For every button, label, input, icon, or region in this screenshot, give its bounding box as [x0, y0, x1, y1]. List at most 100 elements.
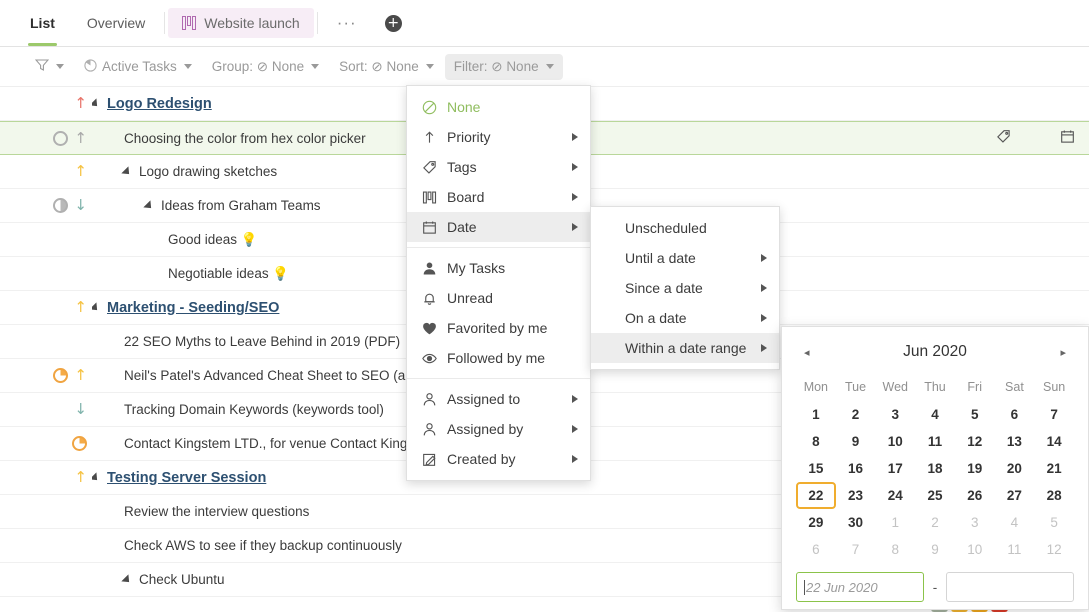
filter-menu-item-unread[interactable]: Unread	[407, 283, 590, 313]
filter-menu-item-my-tasks[interactable]: My Tasks	[407, 253, 590, 283]
row-gutter: ↑	[0, 96, 92, 111]
calendar-day[interactable]: 13	[995, 428, 1035, 455]
calendar-icon[interactable]	[1060, 129, 1075, 147]
filter-menu-item-board[interactable]: Board	[407, 182, 590, 212]
calendar-day[interactable]: 24	[875, 482, 915, 509]
calendar-day[interactable]: 14	[1034, 428, 1074, 455]
calendar-day[interactable]: 10	[955, 536, 995, 563]
calendar-day[interactable]: 6	[796, 536, 836, 563]
calendar-day[interactable]: 10	[875, 428, 915, 455]
filter-menu-item-assigned-by[interactable]: Assigned by	[407, 414, 590, 444]
add-tab-button[interactable]: +	[384, 14, 402, 32]
range-end-input[interactable]	[946, 572, 1074, 602]
calendar-day[interactable]: 11	[995, 536, 1035, 563]
calendar-day[interactable]: 29	[796, 509, 836, 536]
calendar-day[interactable]: 26	[955, 482, 995, 509]
calendar-day[interactable]: 3	[955, 509, 995, 536]
date-submenu-item-within-a-date-range[interactable]: Within a date range	[591, 333, 779, 363]
disclosure-triangle-icon[interactable]	[121, 165, 133, 178]
date-submenu-item-since-a-date[interactable]: Since a date	[591, 273, 779, 303]
tab-divider-1	[164, 12, 166, 34]
calendar-day[interactable]: 17	[875, 455, 915, 482]
calendar-day[interactable]: 7	[1034, 401, 1074, 428]
disclosure-triangle-icon[interactable]	[92, 301, 101, 314]
status-empty-icon[interactable]	[53, 130, 69, 146]
disclosure-triangle-icon[interactable]	[121, 573, 133, 586]
calendar-day[interactable]: 16	[836, 455, 876, 482]
menu-item-label: Unread	[447, 290, 493, 306]
disclosure-triangle-icon[interactable]	[143, 199, 155, 212]
pencil-square-icon	[421, 452, 437, 467]
status-half-icon[interactable]	[53, 198, 69, 213]
disclosure-triangle-icon[interactable]	[92, 97, 101, 110]
tab-more-button[interactable]: ···	[321, 0, 373, 46]
calendar-day[interactable]: 30	[836, 509, 876, 536]
tab-website-launch[interactable]: Website launch	[168, 8, 314, 38]
filter-menu-item-none[interactable]: None	[407, 92, 590, 122]
calendar-day[interactable]: 1	[796, 401, 836, 428]
calendar-day[interactable]: 21	[1034, 455, 1074, 482]
calendar-day[interactable]: 18	[915, 455, 955, 482]
calendar-day[interactable]: 4	[915, 401, 955, 428]
calendar-day[interactable]: 12	[1034, 536, 1074, 563]
filter-menu-item-created-by[interactable]: Created by	[407, 444, 590, 474]
calendar-day[interactable]: 6	[995, 401, 1035, 428]
filter-menu-item-followed-by-me[interactable]: Followed by me	[407, 343, 590, 373]
status-progress-icon[interactable]	[72, 436, 87, 451]
calendar-day[interactable]: 15	[796, 455, 836, 482]
date-submenu-item-on-a-date[interactable]: On a date	[591, 303, 779, 333]
filter-menu-item-priority[interactable]: Priority	[407, 122, 590, 152]
heart-icon	[421, 321, 437, 336]
calendar-prev-month-button[interactable]: ◂	[796, 343, 818, 362]
toolbar-active-tasks[interactable]: Active Tasks	[75, 54, 201, 80]
tab-overview-label: Overview	[86, 15, 146, 31]
chevron-right-icon	[761, 254, 767, 262]
calendar-day[interactable]: 11	[915, 428, 955, 455]
date-submenu-item-unscheduled[interactable]: Unscheduled	[591, 213, 779, 243]
tag-icon[interactable]	[996, 129, 1011, 147]
disclosure-triangle-icon[interactable]	[92, 471, 101, 484]
filter-menu-item-assigned-to[interactable]: Assigned to	[407, 384, 590, 414]
filter-menu-item-date[interactable]: Date	[407, 212, 590, 242]
calendar-day[interactable]: 1	[875, 509, 915, 536]
calendar-dow: Mon	[803, 380, 829, 394]
calendar-day[interactable]: 8	[875, 536, 915, 563]
calendar-day[interactable]: 7	[836, 536, 876, 563]
calendar-day[interactable]: 20	[995, 455, 1035, 482]
calendar-next-month-button[interactable]: ▸	[1052, 343, 1074, 362]
calendar-day[interactable]: 27	[995, 482, 1035, 509]
toolbar-sort[interactable]: Sort: ⊘ None	[330, 54, 443, 80]
tab-bar: List Overview Website launch ··· +	[0, 0, 1089, 47]
status-progress-icon[interactable]	[53, 368, 69, 383]
calendar-day[interactable]: 28	[1034, 482, 1074, 509]
calendar-day[interactable]: 5	[1034, 509, 1074, 536]
row-icons	[996, 129, 1075, 147]
calendar-day[interactable]: 5	[955, 401, 995, 428]
calendar-day[interactable]: 8	[796, 428, 836, 455]
calendar-day[interactable]: 23	[836, 482, 876, 509]
calendar-day[interactable]: 12	[955, 428, 995, 455]
date-submenu-item-until-a-date[interactable]: Until a date	[591, 243, 779, 273]
calendar-day[interactable]: 19	[955, 455, 995, 482]
tab-list[interactable]: List	[14, 0, 71, 46]
toolbar-filter[interactable]: Filter: ⊘ None	[444, 53, 563, 80]
tab-divider-2	[316, 12, 318, 34]
filter-funnel-button[interactable]	[26, 53, 73, 80]
calendar-day[interactable]: 2	[836, 401, 876, 428]
calendar-day[interactable]: 9	[836, 428, 876, 455]
calendar-day[interactable]: 3	[875, 401, 915, 428]
row-gutter: ↑	[0, 164, 92, 179]
tab-overview[interactable]: Overview	[71, 0, 161, 46]
calendar-day[interactable]: 2	[915, 509, 955, 536]
task-title-text: Good ideas 💡	[168, 231, 258, 247]
toolbar-group[interactable]: Group: ⊘ None	[203, 54, 328, 80]
filter-menu-item-tags[interactable]: Tags	[407, 152, 590, 182]
calendar-day[interactable]: 9	[915, 536, 955, 563]
calendar-day[interactable]: 25	[915, 482, 955, 509]
calendar-dow: Thu	[924, 380, 946, 394]
range-start-input[interactable]: 22 Jun 2020	[796, 572, 924, 602]
calendar-day[interactable]: 4	[995, 509, 1035, 536]
filter-menu-item-favorited-by-me[interactable]: Favorited by me	[407, 313, 590, 343]
calendar-day-selected[interactable]: 22	[796, 482, 836, 509]
arrow-up-icon	[421, 130, 437, 145]
